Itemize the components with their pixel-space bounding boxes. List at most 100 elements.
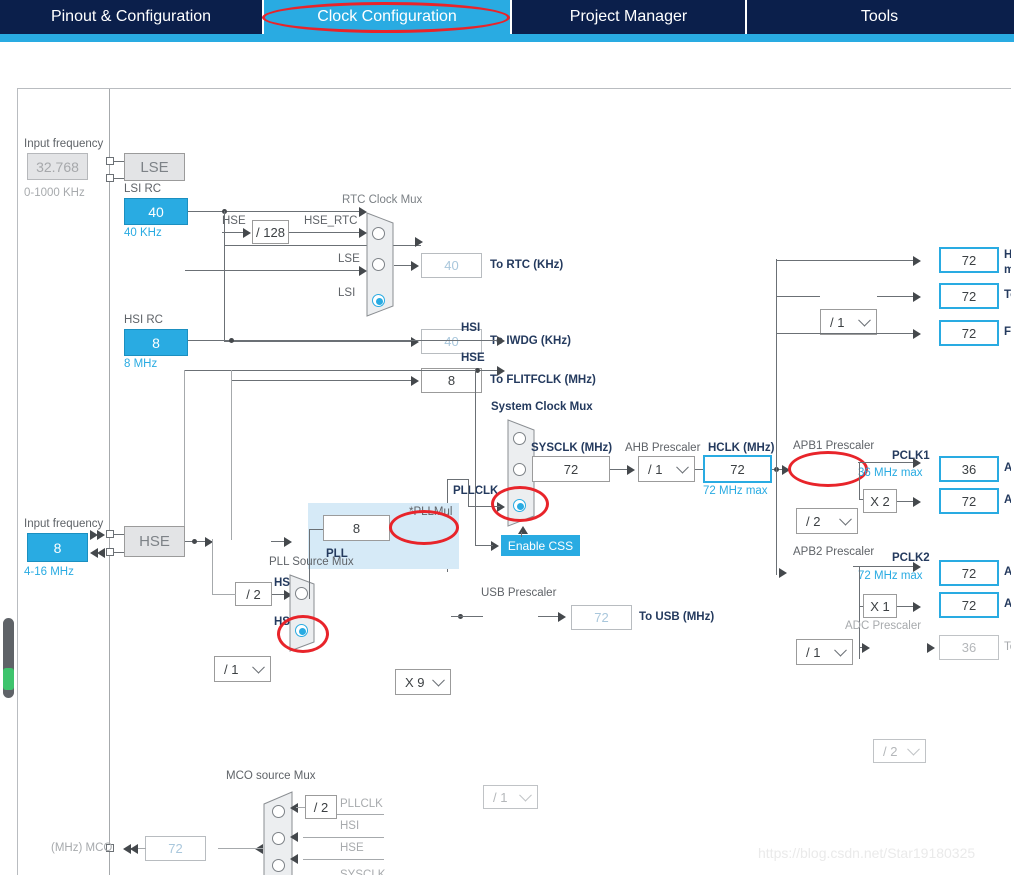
pll-mux-option-hsi[interactable] — [295, 587, 308, 600]
pclk1-label: PCLK1 — [892, 450, 930, 462]
pll-source-mux[interactable] — [289, 574, 315, 652]
line-lse-port-bottom — [114, 178, 124, 179]
lsi-unit-label: 40 KHz — [124, 227, 162, 239]
hse-range-label: 4-16 MHz — [24, 566, 74, 578]
line-pllclk-to-sysmux — [468, 506, 500, 507]
tab-label: Tools — [861, 8, 898, 26]
line-pllclk-riser — [468, 479, 469, 507]
chevron-down-icon — [432, 674, 445, 687]
ahb-prescaler-value: / 1 — [648, 462, 662, 477]
junction-hse-out — [192, 539, 197, 544]
apb2-timer-multiplier-box: X 1 — [863, 594, 897, 618]
hse-port-top — [106, 530, 114, 538]
rtc-mux-option-hse-rtc[interactable] — [372, 227, 385, 240]
tab-tools[interactable]: Tools — [747, 0, 1012, 34]
watermark: https://blog.csdn.net/Star19180325 — [758, 845, 975, 861]
pllmul-select[interactable]: X 9 — [395, 669, 451, 695]
mco-mux-option-hsi[interactable] — [272, 832, 285, 845]
hclk-value-box: 72 — [703, 455, 772, 483]
lsi-signal-label: LSI — [338, 287, 355, 299]
mco-input-sysclk-label: SYSCLK — [340, 869, 385, 875]
arrow-mcomux-out — [255, 844, 263, 854]
line-pllmux-to-pllbox — [309, 529, 323, 530]
line-lse-to-rtcmux — [185, 270, 365, 271]
cortex-prescaler-select[interactable]: / 1 — [820, 309, 877, 335]
clock-tree-canvas[interactable]: Input frequency 32.768 0-1000 KHz LSE HS… — [17, 88, 1011, 875]
rtc-mux-option-lsi[interactable] — [372, 294, 385, 307]
arrow-pllclk-into-sysmux — [497, 502, 505, 512]
line-lse-port-top — [114, 161, 124, 162]
apb2-timer-label: APB2 — [1004, 598, 1011, 610]
sys-mux-option-hsi[interactable] — [513, 432, 526, 445]
line-bus-to-hclk-mem — [776, 260, 918, 261]
hsi-div2-box: / 2 — [235, 582, 272, 606]
system-clock-mux[interactable] — [507, 419, 535, 527]
chevron-down-icon — [858, 314, 871, 327]
hsi-signal-label: HSI — [461, 322, 480, 334]
hse-input-frequency-label: Input frequency — [24, 518, 103, 530]
mco-input-pllclk-label: PLLCLK — [340, 798, 383, 810]
arrow-to-pclk2 — [913, 562, 921, 572]
tab-active-underline — [0, 34, 1014, 42]
mco-source-mux-title: MCO source Mux — [226, 770, 315, 782]
arrow-into-iwdg — [411, 337, 419, 347]
arrow-hclk-to-apb1 — [782, 465, 790, 475]
hse-prescaler-select[interactable]: / 1 — [214, 656, 271, 682]
hse-div128-input-label: HSE — [222, 215, 246, 227]
hse-input-frequency-field[interactable]: 8 — [27, 533, 88, 562]
arrow-to-fclk — [913, 329, 921, 339]
lse-port-bottom — [106, 174, 114, 182]
lse-input-frequency-field[interactable]: 32.768 — [27, 153, 88, 180]
apb1-timer-label: APB1 — [1004, 494, 1011, 506]
hse-signal-label-sysmux: HSE — [461, 352, 485, 364]
pll-mux-option-hse[interactable] — [295, 624, 308, 637]
arrow-css-up — [518, 526, 528, 534]
lsi-value-field[interactable]: 40 — [124, 198, 188, 225]
hse-block[interactable]: HSE — [124, 526, 185, 557]
apb1-prescaler-select[interactable]: / 2 — [796, 508, 858, 534]
mco-mux-option-hse[interactable] — [272, 859, 285, 872]
tab-clock-configuration[interactable]: Clock Configuration — [264, 0, 512, 34]
pllmul-title: *PLLMul — [409, 506, 452, 518]
arrow-mco-to-port-a — [130, 844, 138, 854]
arrow-hsi-into-sysmux — [497, 336, 505, 346]
chevron-down-icon — [519, 789, 532, 802]
tab-project-manager[interactable]: Project Manager — [512, 0, 747, 34]
to-rtc-label: To RTC (KHz) — [490, 259, 563, 271]
pclk1-value-box: 36 — [939, 456, 999, 482]
apb1-prescaler-value: / 2 — [806, 514, 820, 529]
fclk-label: FCLK — [1004, 326, 1011, 338]
line-iwdg-vert — [224, 245, 225, 342]
tab-pinout-configuration[interactable]: Pinout & Configuration — [0, 0, 264, 34]
ahb-prescaler-select[interactable]: / 1 — [638, 456, 695, 482]
line-hse-riser — [184, 370, 185, 540]
to-usb-label: To USB (MHz) — [639, 611, 714, 623]
clock-toolbar: Resolve Clock Issues — [0, 42, 1014, 86]
arrow-into-flitf — [411, 376, 419, 386]
mco-source-mux[interactable] — [263, 791, 293, 875]
canvas-scrollbar-thumb[interactable] — [3, 668, 14, 690]
mco-input-hse-label: HSE — [340, 842, 364, 854]
line-mco-hsi — [303, 837, 384, 838]
line-apb1-timer-drop — [859, 462, 860, 499]
chevron-down-icon — [676, 461, 689, 474]
hse-prescaler-value: / 1 — [224, 662, 238, 677]
line-apb1-to-pclk1 — [858, 462, 918, 463]
sys-mux-option-pllclk[interactable] — [513, 499, 526, 512]
pll-input-value-box: 8 — [323, 515, 390, 541]
sys-mux-option-hse[interactable] — [513, 463, 526, 476]
usb-prescaler-select[interactable]: / 1 — [483, 785, 538, 809]
rtc-mux-option-lse[interactable] — [372, 258, 385, 271]
adc-prescaler-select[interactable]: / 2 — [873, 739, 926, 763]
enable-css-button[interactable]: Enable CSS — [501, 535, 580, 556]
apb2-prescaler-select[interactable]: / 1 — [796, 639, 853, 665]
hsi-value-field[interactable]: 8 — [124, 329, 188, 356]
rtc-clock-mux[interactable] — [366, 212, 394, 317]
hclk-memory-label: HCLK — [1004, 249, 1011, 261]
mco-mux-option-pllclk[interactable] — [272, 805, 285, 818]
hsi-unit-label: 8 MHz — [124, 358, 157, 370]
chevron-down-icon — [252, 661, 265, 674]
enable-css-label: Enable CSS — [508, 539, 573, 553]
lse-block[interactable]: LSE — [124, 153, 185, 181]
apb2-prescaler-value: / 1 — [806, 645, 820, 660]
